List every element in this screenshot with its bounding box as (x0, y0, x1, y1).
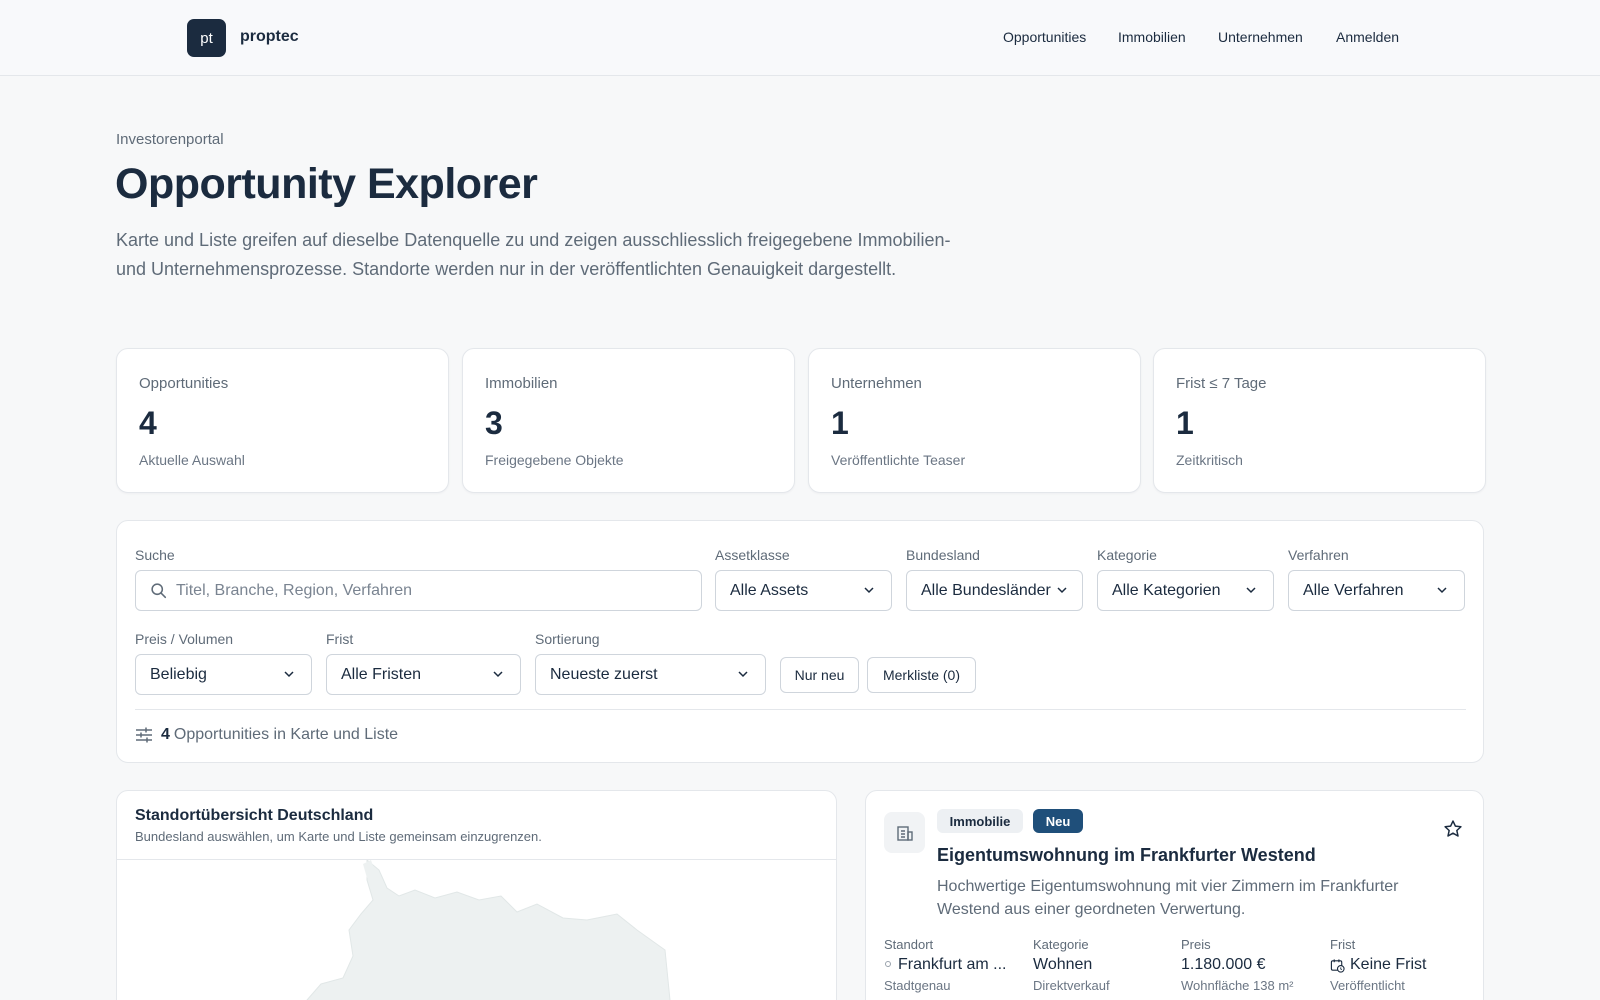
map-subtitle: Bundesland auswählen, um Karte und Liste… (135, 829, 542, 844)
sliders-icon (136, 727, 152, 743)
meta-value-text: Keine Frist (1350, 956, 1427, 973)
nav-anmelden[interactable]: Anmelden (1336, 29, 1399, 45)
price-value: Beliebig (150, 665, 207, 683)
meta-value: Frankfurt am ... (884, 956, 1016, 974)
meta-sub: Wohnfläche 138 m² (1181, 978, 1294, 993)
stat-sub: Freigegebene Objekte (485, 452, 624, 468)
stat-label: Frist ≤ 7 Tage (1176, 375, 1267, 392)
asset-type-badge: Immobilie (937, 809, 1023, 833)
new-badge: Neu (1033, 809, 1083, 833)
page-lead: Karte und Liste greifen auf dieselbe Dat… (116, 230, 951, 279)
price-label: Preis / Volumen (135, 631, 234, 647)
procedure-value: Alle Verfahren (1303, 581, 1404, 599)
nav-immobilien[interactable]: Immobilien (1118, 29, 1186, 45)
state-select[interactable]: Alle Bundesländer (906, 570, 1083, 611)
chevron-down-icon (1057, 587, 1067, 594)
deadline-label: Frist (326, 631, 354, 647)
asset-select[interactable]: Alle Assets (715, 570, 892, 611)
building-icon (884, 812, 925, 853)
chevron-down-icon (1246, 587, 1256, 594)
nav-unternehmen[interactable]: Unternehmen (1218, 29, 1303, 45)
chevron-down-icon (738, 671, 748, 678)
chevron-down-icon (493, 671, 503, 678)
stat-label: Immobilien (485, 375, 558, 392)
meta-value: Wohnen (1033, 956, 1093, 973)
search-input[interactable]: Titel, Branche, Region, Verfahren (135, 570, 702, 611)
meta-value-text: Frankfurt am ... (898, 956, 1007, 973)
meta-label: Kategorie (1033, 937, 1089, 952)
meta-kategorie: Kategorie Wohnen Direktverkauf (1033, 937, 1173, 993)
filter-panel: Suche Titel, Branche, Region, Verfahren … (116, 520, 1484, 763)
stat-label: Opportunities (139, 375, 229, 392)
state-label: Bundesland (906, 547, 980, 563)
category-value: Alle Kategorien (1112, 581, 1221, 599)
asset-value: Alle Assets (730, 581, 809, 599)
logo[interactable]: pt (187, 19, 226, 57)
opportunity-card[interactable]: Immobilie Neu Eigentumswohnung im Frankf… (865, 790, 1484, 1000)
stat-card-opportunities: Opportunities 4 Aktuelle Auswahl (116, 348, 449, 493)
stat-label: Unternehmen (831, 375, 922, 392)
stat-sub: Aktuelle Auswahl (139, 452, 245, 468)
procedure-label: Verfahren (1288, 547, 1349, 563)
result-count: 4 (161, 726, 170, 743)
calendar-clock-icon (1330, 958, 1345, 973)
result-text: Opportunities in Karte und Liste (173, 726, 399, 743)
opportunity-description: Hochwertige Eigentumswohnung mit vier Zi… (937, 878, 1399, 918)
result-summary: 4 Opportunities in Karte und Liste (135, 726, 398, 744)
stat-value: 3 (485, 405, 503, 441)
meta-sub: Stadtgenau (884, 978, 951, 993)
meta-sub: Direktverkauf (1033, 978, 1110, 993)
map-land-north (306, 860, 671, 1000)
sort-value: Neueste zuerst (550, 665, 658, 683)
page-title: Opportunity Explorer (115, 160, 538, 208)
deadline-value: Alle Fristen (341, 665, 422, 683)
meta-frist: Frist Keine Frist Veröffentlicht (1330, 937, 1470, 993)
meta-value: Keine Frist (1330, 956, 1470, 974)
stat-card-frist: Frist ≤ 7 Tage 1 Zeitkritisch (1153, 348, 1486, 493)
meta-label: Frist (1330, 937, 1356, 952)
meta-label: Standort (884, 937, 934, 952)
state-value: Alle Bundesländer (921, 581, 1051, 599)
chevron-down-icon (1437, 587, 1447, 594)
stat-card-immobilien: Immobilien 3 Freigegebene Objekte (462, 348, 795, 493)
chevron-down-icon (864, 587, 874, 594)
logo-text: pt (200, 29, 213, 47)
search-placeholder: Titel, Branche, Region, Verfahren (176, 581, 412, 599)
chevron-down-icon (284, 671, 294, 678)
meta-preis: Preis 1.180.000 € Wohnfläche 138 m² (1181, 937, 1321, 993)
price-select[interactable]: Beliebig (135, 654, 312, 695)
watchlist-button[interactable]: Merkliste (0) (867, 657, 976, 693)
category-select[interactable]: Alle Kategorien (1097, 570, 1274, 611)
meta-standort: Standort Frankfurt am ... Stadtgenau (884, 937, 1016, 993)
map-title: Standortübersicht Deutschland (135, 807, 374, 824)
stat-value: 1 (831, 405, 849, 441)
search-icon (151, 583, 167, 599)
meta-label: Preis (1181, 937, 1211, 952)
stat-sub: Veröffentlichte Teaser (831, 452, 966, 468)
germany-map[interactable] (117, 860, 837, 1000)
search-label: Suche (135, 547, 175, 563)
filter-divider (135, 709, 1466, 710)
meta-sub: Veröffentlicht (1330, 978, 1405, 993)
deadline-select[interactable]: Alle Fristen (326, 654, 521, 695)
category-label: Kategorie (1097, 547, 1157, 563)
stat-value: 1 (1176, 405, 1194, 441)
eyebrow: Investorenportal (116, 131, 224, 148)
asset-label: Assetklasse (715, 547, 790, 563)
top-navigation: pt proptec Opportunities Immobilien Unte… (0, 0, 1600, 76)
meta-value: 1.180.000 € (1181, 956, 1266, 973)
stat-card-unternehmen: Unternehmen 1 Veröffentlichte Teaser (808, 348, 1141, 493)
stat-sub: Zeitkritisch (1176, 452, 1243, 468)
brand-name[interactable]: proptec (240, 28, 299, 46)
star-icon[interactable] (1443, 819, 1463, 839)
stat-value: 4 (139, 405, 157, 441)
only-new-button[interactable]: Nur neu (780, 657, 859, 693)
map-panel: Standortübersicht Deutschland Bundesland… (116, 790, 837, 1000)
nav-opportunities[interactable]: Opportunities (1003, 29, 1086, 45)
opportunity-title[interactable]: Eigentumswohnung im Frankfurter Westend (937, 845, 1316, 866)
procedure-select[interactable]: Alle Verfahren (1288, 570, 1465, 611)
sort-select[interactable]: Neueste zuerst (535, 654, 766, 695)
pin-icon (885, 961, 891, 967)
sort-label: Sortierung (535, 631, 600, 647)
